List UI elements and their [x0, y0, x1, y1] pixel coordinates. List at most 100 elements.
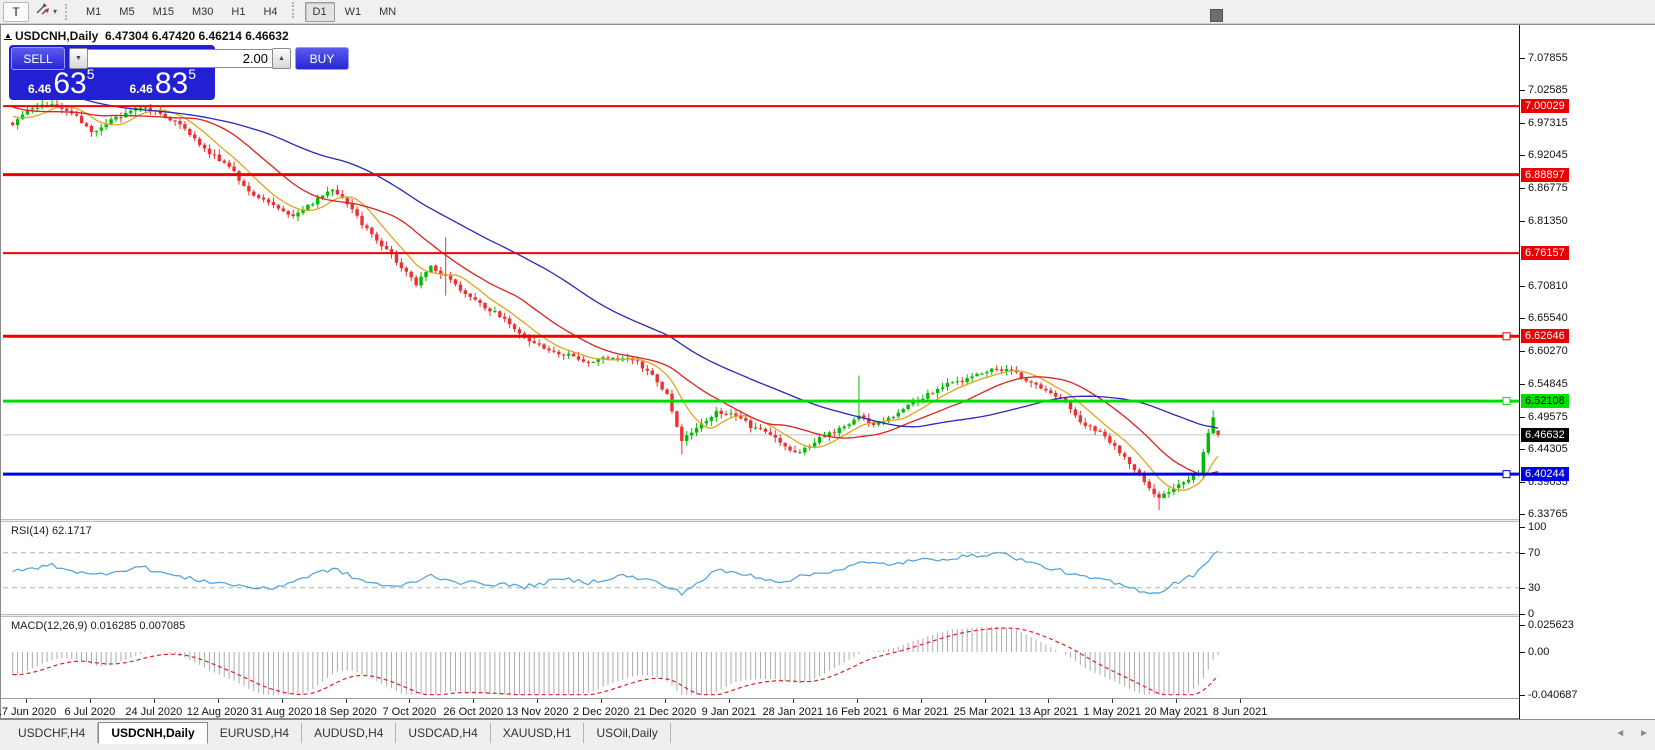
text-tool-button[interactable]: T [3, 1, 29, 22]
timeframe-button-h1[interactable]: H1 [223, 2, 253, 22]
price-tick-label: 6.33765 [1528, 508, 1568, 521]
rsi-level-label: 100 [1528, 520, 1547, 533]
price-tick-label: 6.86775 [1528, 181, 1568, 194]
date-tick-mark [217, 699, 219, 703]
timeframe-button-mn[interactable]: MN [371, 2, 404, 22]
axis-tick-mark [1520, 318, 1525, 320]
date-tick-mark [345, 699, 347, 703]
axis-tick-mark [1520, 526, 1525, 528]
macd-level-label: 0.025623 [1528, 618, 1574, 631]
price-tick-label: 6.97315 [1528, 116, 1568, 129]
sell-price-display[interactable]: 6.46 63 5 [11, 66, 112, 100]
chart-tab-eurusd[interactable]: EURUSD,H4 [208, 723, 303, 743]
one-click-trade-panel: SELL ▼ ▲ BUY 6.46 63 5 6.46 83 5 [9, 45, 349, 100]
buy-price-big: 83 [154, 67, 189, 100]
price-pane-canvas[interactable] [3, 25, 1519, 519]
ohlc-open: 6.47304 [105, 29, 149, 43]
date-tick-label: 25 Mar 2021 [953, 706, 1016, 718]
chart-tab-bar: USDCHF,H4 USDCNH,Daily EURUSD,H4 AUDUSD,H4 U… [0, 719, 1655, 750]
axis-tick-mark [1520, 694, 1525, 696]
price-tick-label: 7.07855 [1528, 52, 1568, 64]
rsi-label: RSI(14) 62.1717 [11, 525, 92, 537]
price-axis: 7.07855 7.02585 6.97315 6.92045 6.86775 6.813… [1519, 25, 1655, 720]
ohlc-close: 6.46632 [245, 29, 289, 43]
date-tick-mark [984, 699, 986, 703]
date-tick-label: 17 Jun 2020 [0, 706, 57, 718]
axis-tick-mark [1520, 350, 1525, 352]
timeframe-button-m15[interactable]: M15 [145, 2, 182, 22]
rsi-pane-canvas[interactable] [3, 522, 1519, 614]
date-tick-mark [1240, 699, 1242, 703]
macd-level-label: -0.040687 [1528, 688, 1578, 701]
chart-marker-icon: ▲ [4, 31, 12, 40]
toolbar-mini-square[interactable] [1210, 9, 1223, 22]
axis-tick-mark [1520, 58, 1525, 59]
date-tick-mark [601, 699, 603, 703]
date-tick-label: 24 Jul 2020 [125, 706, 183, 718]
date-tick-label: 7 Oct 2020 [382, 706, 437, 718]
chart-tab-usdcnh[interactable]: USDCNH,Daily [98, 722, 208, 744]
chart-tab-xauusd[interactable]: XAUUSD,H1 [491, 723, 585, 743]
toolbar-grip [291, 1, 299, 18]
chart-tab-usoil[interactable]: USOil,Daily [584, 723, 671, 743]
price-badge: 6.76157 [1521, 246, 1569, 261]
date-tick-label: 18 Sep 2020 [314, 706, 377, 718]
buy-button[interactable]: BUY [295, 47, 349, 70]
date-tick-label: 2 Dec 2020 [572, 706, 630, 718]
buy-price-prefix: 6.46 [129, 82, 153, 96]
date-tick-label: 20 May 2021 [1144, 706, 1208, 718]
buy-price-sup: 5 [188, 66, 197, 82]
timeframe-button-group: M1 M5 M15 M30 H1 H4 D1 W1 MN [77, 1, 405, 22]
axis-tick-mark [1520, 624, 1525, 626]
price-tick-label: 6.60270 [1528, 344, 1568, 357]
price-tick-label: 6.65540 [1528, 312, 1568, 325]
date-tick-mark [537, 699, 539, 703]
axis-tick-mark [1520, 449, 1525, 451]
price-badge: 6.40244 [1521, 467, 1569, 482]
axis-tick-mark [1520, 384, 1525, 386]
date-tick-mark [281, 699, 283, 703]
arrows-icon [35, 2, 51, 21]
tab-scroll-left-button[interactable]: ◄ [1615, 728, 1625, 739]
axis-tick-mark [1520, 286, 1525, 287]
volume-decrease-button[interactable]: ▼ [69, 48, 88, 69]
volume-input[interactable] [88, 49, 272, 68]
chart-tab-usdchf[interactable]: USDCHF,H4 [6, 723, 99, 743]
date-tick-mark [665, 699, 666, 703]
date-tick-mark [409, 699, 411, 703]
date-tick-label: 16 Feb 2021 [825, 706, 888, 718]
timeframe-toolbar: T ▾ M1 M5 M15 M30 H1 H4 D1 W1 MN [0, 0, 1655, 24]
buy-price-display[interactable]: 6.46 83 5 [113, 66, 214, 100]
timeframe-button-m30[interactable]: M30 [184, 2, 221, 22]
ohlc-low: 6.46214 [198, 29, 242, 43]
timeframe-button-m1[interactable]: M1 [78, 2, 109, 22]
arrow-objects-button[interactable]: ▾ [32, 2, 60, 22]
axis-tick-mark [1520, 587, 1525, 589]
chart-tab-audusd[interactable]: AUDUSD,H4 [302, 723, 397, 743]
timeframe-button-m5[interactable]: M5 [111, 2, 142, 22]
price-badge: 6.52108 [1521, 394, 1569, 409]
rsi-level-label: 30 [1528, 581, 1541, 594]
date-tick-label: 26 Oct 2020 [443, 706, 504, 718]
date-tick-label: 21 Dec 2020 [633, 706, 697, 718]
timeframe-button-d1[interactable]: D1 [304, 1, 335, 22]
date-tick-label: 13 Nov 2020 [505, 706, 569, 718]
tab-scroll-right-button[interactable]: ► [1639, 728, 1649, 739]
price-badge: 7.00029 [1521, 99, 1569, 114]
date-tick-mark [89, 699, 91, 703]
macd-pane-canvas[interactable] [3, 617, 1519, 698]
sell-price-big: 63 [53, 67, 87, 100]
axis-tick-mark [1520, 481, 1525, 483]
timeframe-button-w1[interactable]: W1 [337, 2, 370, 22]
axis-tick-mark [1520, 221, 1525, 223]
price-tick-label: 6.81350 [1528, 215, 1568, 228]
date-tick-mark [1048, 699, 1050, 703]
price-badge: 6.46632 [1521, 427, 1569, 442]
chevron-down-icon: ▾ [53, 7, 58, 16]
date-tick-mark [26, 699, 27, 703]
chart-tab-usdcad[interactable]: USDCAD,H4 [396, 723, 491, 743]
timeframe-button-h4[interactable]: H4 [255, 2, 285, 22]
volume-increase-button[interactable]: ▲ [272, 48, 291, 69]
axis-tick-mark [1520, 90, 1525, 92]
date-tick-label: 6 Jul 2020 [64, 706, 116, 718]
